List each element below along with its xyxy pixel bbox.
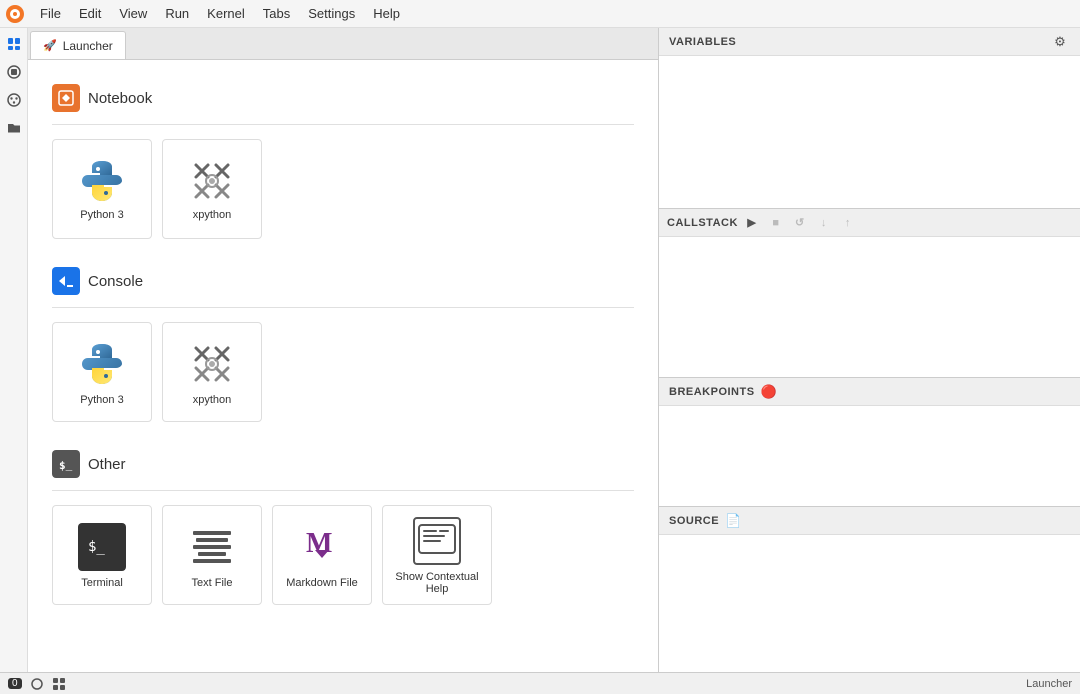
callstack-content <box>659 237 1080 377</box>
terminal-item[interactable]: $_ Terminal <box>52 505 152 605</box>
console-python3-item[interactable]: Python 3 <box>52 322 152 422</box>
notebook-xpython-item[interactable]: xpython <box>162 139 262 239</box>
contextual-help-icon <box>411 515 463 567</box>
notebook-python3-label: Python 3 <box>80 209 123 221</box>
status-circle[interactable] <box>30 677 44 691</box>
breakpoints-label: BREAKPOINTS <box>669 386 755 398</box>
callstack-play-btn[interactable]: ▶ <box>742 213 762 233</box>
launcher-tab[interactable]: 🚀 Launcher <box>30 31 126 59</box>
app-logo <box>4 3 26 25</box>
left-sidebar <box>0 28 28 672</box>
textfile-icon <box>186 521 238 573</box>
source-header: SOURCE 📄 <box>659 507 1080 535</box>
status-grid[interactable] <box>52 677 66 691</box>
markdown-icon: M <box>296 521 348 573</box>
xpython-console-icon <box>186 338 238 390</box>
console-section-header: Console <box>52 267 634 295</box>
svg-text:$_: $_ <box>59 459 73 471</box>
launcher-tab-label: Launcher <box>63 39 113 53</box>
notebook-section-header: Notebook <box>52 84 634 112</box>
tab-bar: 🚀 Launcher <box>28 28 658 60</box>
launcher-tab-icon: 🚀 <box>43 39 57 52</box>
notebook-xpython-label: xpython <box>193 209 232 221</box>
other-divider <box>52 490 634 491</box>
console-items: Python 3 <box>52 322 634 422</box>
console-section-title: Console <box>88 273 143 290</box>
callstack-label: CALLSTACK <box>667 217 738 229</box>
sidebar-icon-stop[interactable] <box>2 60 26 84</box>
other-items: $_ Terminal <box>52 505 634 605</box>
markdown-item[interactable]: M Markdown File <box>272 505 372 605</box>
console-section-icon <box>52 267 80 295</box>
sidebar-icon-folder[interactable] <box>2 116 26 140</box>
status-bar: 0 Launcher <box>0 672 1080 694</box>
terminal-label: Terminal <box>81 577 123 589</box>
menubar: File Edit View Run Kernel Tabs Settings … <box>0 0 1080 28</box>
callstack-step-over-btn[interactable]: ↓ <box>814 213 834 233</box>
xpython-notebook-icon <box>188 157 236 205</box>
menu-edit[interactable]: Edit <box>71 4 109 23</box>
sidebar-icon-palette[interactable] <box>2 88 26 112</box>
callstack-step-in-btn[interactable]: ↑ <box>838 213 858 233</box>
menu-kernel[interactable]: Kernel <box>199 4 253 23</box>
variables-content <box>659 56 1080 208</box>
notebook-divider <box>52 124 634 125</box>
notebook-items: Python 3 <box>52 139 634 239</box>
variables-label: VARIABLES <box>669 36 1050 48</box>
contextual-help-item[interactable]: Show Contextual Help <box>382 505 492 605</box>
menu-view[interactable]: View <box>111 4 155 23</box>
console-divider <box>52 307 634 308</box>
console-python3-label: Python 3 <box>80 394 123 406</box>
notebook-section-icon <box>52 84 80 112</box>
variables-header: VARIABLES ⚙ <box>659 28 1080 56</box>
markdown-label: Markdown File <box>286 577 358 589</box>
notebook-python3-item[interactable]: Python 3 <box>52 139 152 239</box>
sidebar-icon-files[interactable] <box>2 32 26 56</box>
contextual-help-label: Show Contextual Help <box>383 571 491 595</box>
textfile-label: Text File <box>192 577 233 589</box>
terminal-icon: $_ <box>76 521 128 573</box>
menu-tabs[interactable]: Tabs <box>255 4 298 23</box>
python3-notebook-icon <box>78 157 126 205</box>
other-section-header: $_ Other <box>52 450 634 478</box>
status-right-label: Launcher <box>1026 678 1072 690</box>
source-label: SOURCE <box>669 515 719 527</box>
callstack-header: CALLSTACK ▶ ■ ↺ ↓ ↑ <box>659 209 1080 237</box>
source-icon: 📄 <box>725 513 742 529</box>
svg-text:$_: $_ <box>88 539 105 555</box>
console-xpython-label: xpython <box>193 394 232 406</box>
notebook-section-title: Notebook <box>88 90 152 107</box>
textfile-item[interactable]: Text File <box>162 505 262 605</box>
right-panel: VARIABLES ⚙ CALLSTACK ▶ ■ ↺ ↓ ↑ <box>658 28 1080 672</box>
other-section-title: Other <box>88 456 126 473</box>
menu-settings[interactable]: Settings <box>300 4 363 23</box>
breakpoints-icon: 🔴 <box>761 384 778 400</box>
status-badge: 0 <box>8 678 22 689</box>
breakpoints-content <box>659 406 1080 506</box>
console-xpython-item[interactable]: xpython <box>162 322 262 422</box>
variables-gear-button[interactable]: ⚙ <box>1050 32 1070 52</box>
launcher-content: Notebook <box>28 60 658 672</box>
breakpoints-header: BREAKPOINTS 🔴 <box>659 378 1080 406</box>
menu-file[interactable]: File <box>32 4 69 23</box>
callstack-stop-btn[interactable]: ■ <box>766 213 786 233</box>
python3-console-icon <box>76 338 128 390</box>
source-content <box>659 535 1080 672</box>
callstack-restart-btn[interactable]: ↺ <box>790 213 810 233</box>
menu-help[interactable]: Help <box>365 4 408 23</box>
other-section-icon: $_ <box>52 450 80 478</box>
menu-run[interactable]: Run <box>157 4 197 23</box>
